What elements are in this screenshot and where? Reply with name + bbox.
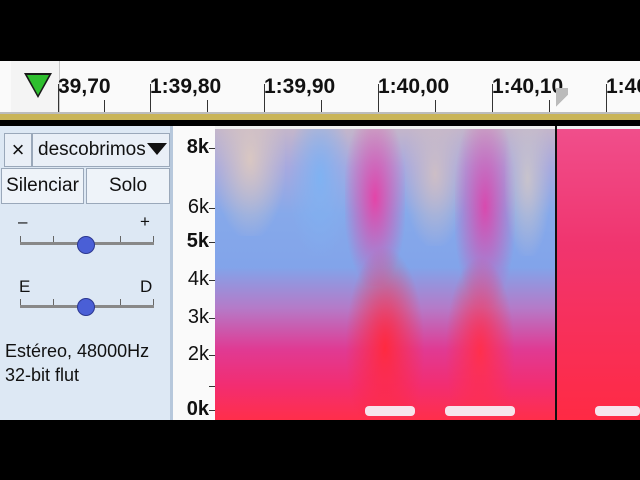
letterbox-top: [0, 0, 640, 61]
slider-tick: [120, 236, 121, 242]
spectrogram-region: [345, 246, 425, 416]
timeline-major-tick: [264, 84, 265, 112]
gain-minus-label: –: [18, 212, 28, 231]
pan-left-label: E: [19, 277, 31, 296]
ruler-underline: [0, 114, 640, 120]
timeline-label-5: 1:40: [606, 75, 640, 98]
timeline-minor-tick: [435, 100, 436, 112]
timeline-major-tick: [606, 84, 607, 112]
spectrogram-region: [505, 126, 550, 256]
spectrogram-region: [290, 126, 350, 256]
timeline-label-2: 1:39,90: [264, 75, 336, 98]
timeline-label-1: 1:39,80: [150, 75, 222, 98]
edit-cursor-line: [555, 126, 557, 420]
spectrogram-top-border: [215, 126, 640, 129]
slider-tick: [20, 299, 21, 305]
slider-tick: [153, 299, 154, 305]
spectrogram-region: [557, 126, 640, 420]
close-track-button[interactable]: ×: [4, 133, 32, 167]
timeline-minor-tick: [321, 100, 322, 112]
cursor-marker-icon: [556, 88, 568, 114]
slider-tick: [120, 299, 121, 305]
timeline-minor-tick: [549, 100, 550, 112]
spectrogram-region: [445, 256, 515, 416]
spectrogram-highlight: [445, 406, 515, 416]
freq-label-0k: 0k: [186, 398, 209, 420]
timeline-label-3: 1:40,00: [378, 75, 450, 98]
chevron-down-icon: [147, 143, 167, 155]
spectrogram-view[interactable]: [215, 126, 640, 420]
gain-slider-thumb[interactable]: [77, 236, 95, 254]
slider-tick: [53, 236, 54, 242]
solo-button[interactable]: Solo: [86, 168, 170, 204]
gain-plus-label: +: [140, 212, 150, 231]
freq-label-6k: 6k: [187, 196, 209, 218]
timeline-major-tick: [58, 84, 59, 112]
track-format-rate: Estéreo, 48000Hz: [5, 341, 150, 361]
timeline-major-tick: [378, 84, 379, 112]
freq-label-5k: 5k: [186, 230, 209, 252]
spectrogram-highlight: [595, 406, 640, 416]
spectrogram-region: [215, 126, 285, 236]
track-name: descobrimos: [38, 139, 146, 160]
freq-label-3k: 3k: [187, 306, 209, 328]
freq-label-8k: 8k: [186, 136, 209, 158]
timeline-minor-tick: [207, 100, 208, 112]
timeline-major-tick: [150, 84, 151, 112]
slider-tick: [153, 236, 154, 242]
slider-tick: [20, 236, 21, 242]
timeline-minor-tick: [104, 100, 105, 112]
timeline-label-4: 1:40,10: [492, 75, 564, 98]
spectrogram-highlight: [365, 406, 415, 416]
play-position-icon-fill: [27, 75, 49, 95]
freq-label-2k: 2k: [187, 343, 209, 365]
letterbox-bottom: [0, 420, 640, 480]
freq-label-4k: 4k: [187, 268, 209, 290]
track-format-bits: 32-bit flut: [5, 365, 80, 385]
pan-right-label: D: [140, 277, 153, 296]
slider-tick: [53, 299, 54, 305]
frequency-axis: 8k 6k 5k 4k 3k 2k 0k: [173, 126, 215, 420]
mute-button[interactable]: Silenciar: [1, 168, 84, 204]
timeline-label-0: 39,70: [58, 75, 111, 98]
pan-slider-thumb[interactable]: [77, 298, 95, 316]
timeline-major-tick: [492, 84, 493, 112]
